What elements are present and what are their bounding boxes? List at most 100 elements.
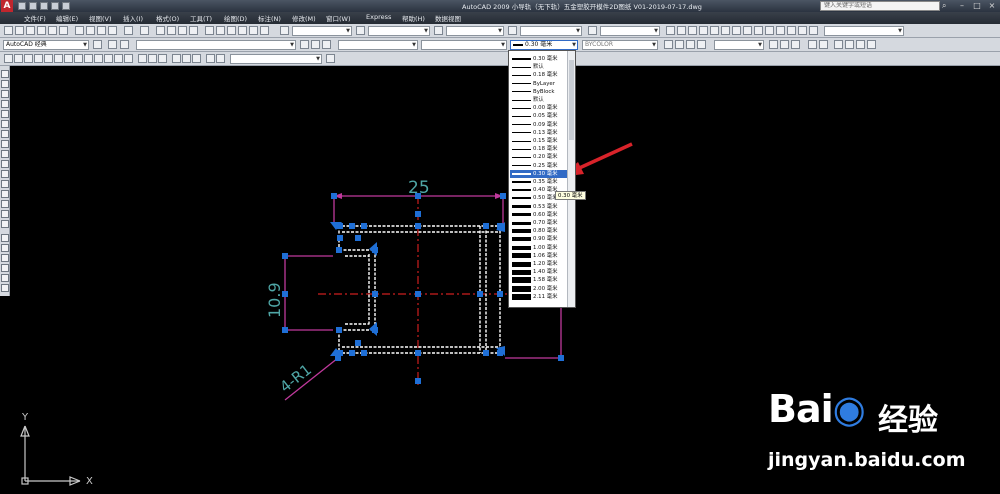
table-3-icon[interactable] [1, 264, 9, 272]
ellipse-arc-icon[interactable] [104, 54, 113, 63]
publish-icon[interactable] [59, 26, 68, 35]
grip[interactable] [372, 291, 378, 297]
orbit-icon[interactable] [776, 26, 785, 35]
make-block-icon[interactable] [124, 54, 133, 63]
undo-icon[interactable] [51, 2, 59, 10]
scale-list-icon[interactable] [326, 54, 335, 63]
minimize-icon[interactable]: – [955, 1, 969, 11]
search-icon[interactable]: ⌕ [942, 1, 952, 11]
grip[interactable] [500, 193, 506, 199]
lineweight-option[interactable]: 0.18 毫米 [510, 71, 567, 79]
zoom-window-icon[interactable] [178, 26, 187, 35]
plot-style-combo[interactable]: BYCOLOR ▼ [582, 40, 658, 50]
chamfer-icon[interactable] [1, 200, 9, 208]
menu-edit[interactable]: 编辑(E) [56, 13, 78, 23]
lineweight-option[interactable]: 2.00 毫米 [510, 285, 567, 293]
arc-icon[interactable] [54, 54, 63, 63]
save-file-icon[interactable] [40, 2, 48, 10]
explode-icon[interactable] [1, 220, 9, 228]
mtext-2-icon[interactable] [192, 54, 201, 63]
properties-icon[interactable] [205, 26, 214, 35]
realistic-icon[interactable] [808, 40, 817, 49]
grip[interactable] [483, 223, 489, 229]
view-icon[interactable] [754, 26, 763, 35]
layer-state-icon[interactable] [588, 26, 597, 35]
material-icon[interactable] [809, 26, 818, 35]
mtext-icon[interactable] [732, 26, 741, 35]
move-icon[interactable] [1, 120, 9, 128]
circle-icon[interactable] [64, 54, 73, 63]
lineweight-option[interactable]: 0.90 毫米 [510, 235, 567, 243]
make-current-icon[interactable] [300, 40, 309, 49]
grip[interactable] [361, 223, 367, 229]
lineweight-option[interactable]: 0.20 毫米 [510, 153, 567, 161]
rectangle-icon[interactable] [44, 54, 53, 63]
maximize-icon[interactable]: □ [970, 1, 984, 11]
table-2-icon[interactable] [182, 54, 191, 63]
grip[interactable] [361, 350, 367, 356]
distance-icon[interactable] [697, 40, 706, 49]
markup-icon[interactable] [249, 26, 258, 35]
stretch-icon[interactable] [1, 150, 9, 158]
extend-icon[interactable] [1, 170, 9, 178]
grip[interactable] [331, 193, 337, 199]
qnew-icon[interactable] [4, 26, 13, 35]
lineweight-option[interactable]: 0.09 毫米 [510, 121, 567, 129]
menu-window[interactable]: 窗口(W) [326, 13, 351, 23]
lineweight-option[interactable]: 0.80 毫米 [510, 227, 567, 235]
menu-express[interactable]: Express [366, 13, 391, 21]
gradient-3-icon[interactable] [1, 244, 9, 252]
multiline-text-icon[interactable] [1, 284, 9, 292]
ellipse-icon[interactable] [94, 54, 103, 63]
redo-icon[interactable] [62, 2, 70, 10]
distance-2-icon[interactable] [206, 54, 215, 63]
grip[interactable] [349, 350, 355, 356]
preview-icon[interactable] [48, 26, 57, 35]
grip[interactable] [415, 223, 421, 229]
viewport-icon[interactable] [834, 40, 843, 49]
annotation-combo[interactable]: ▼ [714, 40, 764, 50]
lineweight-option[interactable]: 1.00 毫米 [510, 244, 567, 252]
lineweight-option[interactable]: ByBlock [510, 88, 567, 96]
lineweight-option[interactable]: 默认 [510, 96, 567, 104]
grip-triangle[interactable] [369, 322, 377, 336]
erase-icon[interactable] [1, 70, 9, 78]
grip[interactable] [558, 355, 564, 361]
lineweight-option[interactable]: 1.40 毫米 [510, 268, 567, 276]
menu-tools[interactable]: 工具(T) [190, 13, 212, 23]
construction-line-icon[interactable] [14, 54, 23, 63]
zoom-previous-icon[interactable] [189, 26, 198, 35]
walk-icon[interactable] [787, 26, 796, 35]
mirror-icon[interactable] [1, 90, 9, 98]
lineweight-option[interactable]: 0.25 毫米 [510, 162, 567, 170]
ucs-icon[interactable] [765, 26, 774, 35]
view-combo[interactable]: ▼ [824, 26, 904, 36]
page-setup-icon[interactable] [867, 40, 876, 49]
point-icon[interactable] [138, 54, 147, 63]
properties-2-icon[interactable] [664, 40, 673, 49]
workspace-settings-icon[interactable] [93, 40, 102, 49]
lineweight-option[interactable]: 0.13 毫米 [510, 129, 567, 137]
layer-manager-icon[interactable] [108, 40, 117, 49]
lineweight-option[interactable]: 0.70 毫米 [510, 219, 567, 227]
layer-previous-2-icon[interactable] [311, 40, 320, 49]
zoom-realtime-icon[interactable] [167, 26, 176, 35]
boundary-icon[interactable] [1, 254, 9, 262]
lineweight-option[interactable]: 0.35 毫米 [510, 178, 567, 186]
layer-previous-icon[interactable] [120, 40, 129, 49]
tool-palettes-icon[interactable] [227, 26, 236, 35]
lineweight-option[interactable]: 0.15 毫米 [510, 137, 567, 145]
rotate-icon[interactable] [1, 130, 9, 138]
help-search-input[interactable]: 键入关键字或短语 [820, 1, 940, 11]
table-style-icon[interactable] [434, 26, 443, 35]
region-2-icon[interactable] [172, 54, 181, 63]
revision-cloud-icon[interactable] [74, 54, 83, 63]
grip[interactable] [355, 235, 361, 241]
menu-view[interactable]: 视图(V) [89, 13, 112, 23]
lineweight-option[interactable]: 0.60 毫米 [510, 211, 567, 219]
grip-triangle[interactable] [369, 242, 377, 256]
dim-style-icon[interactable] [356, 26, 365, 35]
gradient-2-icon[interactable] [158, 54, 167, 63]
lineweight-combo[interactable]: 0.30 毫米 ▼ [510, 40, 578, 50]
menu-file[interactable]: 文件(F) [24, 13, 46, 23]
